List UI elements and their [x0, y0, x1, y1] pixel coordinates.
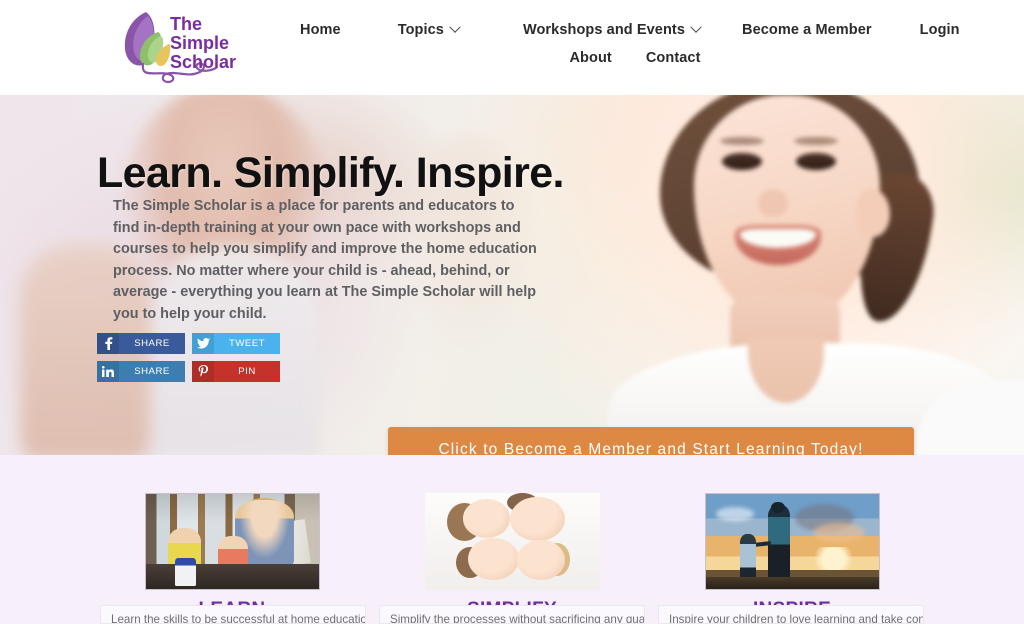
- hero-paragraph: The Simple Scholar is a place for parent…: [113, 198, 537, 322]
- feature-description-box-inspire: Inspire your children to love learning a…: [658, 605, 924, 624]
- nav-item-home[interactable]: Home: [300, 22, 341, 38]
- nav-row-secondary: About Contact: [300, 50, 960, 66]
- feature-image-inspire: [704, 493, 880, 590]
- nav-item-label: Login: [919, 22, 960, 38]
- features-section: LEARN SIMPLIFY: [0, 455, 1024, 624]
- pinterest-share-button[interactable]: PIN: [192, 361, 280, 382]
- nav-item-workshops-and-events[interactable]: Workshops and Events: [522, 21, 702, 38]
- chevron-down-icon: [690, 21, 702, 33]
- twitter-share-label: TWEET: [228, 338, 266, 349]
- linkedin-share-label: SHARE: [134, 366, 170, 377]
- facebook-share-button[interactable]: SHARE: [97, 333, 185, 354]
- nav-item-label: Workshops and Events: [522, 22, 686, 38]
- feature-image-simplify: [424, 493, 600, 590]
- hero-headline: Learn. Simplify. Inspire.: [97, 149, 564, 197]
- feature-description-inspire: Inspire your children to love learning a…: [669, 613, 924, 624]
- nav-item-about[interactable]: About: [569, 50, 611, 66]
- facebook-icon: [97, 333, 119, 354]
- logo-text-line3: Scholar: [170, 52, 236, 72]
- feature-description-simplify: Simplify the processes without sacrifici…: [390, 613, 645, 624]
- nav-row-primary: Home Topics Workshops and Events Become …: [300, 21, 960, 38]
- feature-description-learn: Learn the skills to be successful at hom…: [111, 613, 366, 624]
- linkedin-share-button[interactable]: SHARE: [97, 361, 185, 382]
- cta-label: Click to Become a Member and Start Learn…: [438, 440, 864, 456]
- feature-card-learn[interactable]: LEARN: [144, 493, 320, 621]
- become-member-cta-button[interactable]: Click to Become a Member and Start Learn…: [388, 427, 914, 455]
- nav-item-label: About: [569, 50, 612, 66]
- facebook-share-label: SHARE: [134, 338, 170, 349]
- nav-item-label: Topics: [397, 22, 444, 38]
- chevron-down-icon: [449, 21, 461, 33]
- pinterest-share-label: PIN: [238, 366, 256, 377]
- logo-text-line2: Simple: [170, 33, 229, 53]
- nav-item-topics[interactable]: Topics: [397, 21, 461, 38]
- logo-text-line1: The: [170, 14, 202, 34]
- twitter-share-button[interactable]: TWEET: [192, 333, 280, 354]
- hero-content: Learn. Simplify. Inspire. The Simple Sch…: [0, 95, 1024, 455]
- social-share-row: SHARE PIN: [97, 361, 287, 382]
- social-share-group: SHARE TWEET SHARE PIN: [97, 333, 287, 389]
- hero-section: Learn. Simplify. Inspire. The Simple Sch…: [0, 95, 1024, 455]
- nav-item-label: Become a Member: [742, 22, 872, 38]
- twitter-icon: [192, 333, 214, 354]
- logo-icon: The Simple Scholar: [124, 12, 236, 84]
- main-navigation: Home Topics Workshops and Events Become …: [300, 0, 960, 95]
- nav-item-become-a-member[interactable]: Become a Member: [742, 22, 872, 38]
- feature-description-box-simplify: Simplify the processes without sacrifici…: [379, 605, 645, 624]
- nav-item-login[interactable]: Login: [920, 22, 960, 38]
- nav-item-label: Home: [300, 22, 341, 38]
- nav-item-label: Contact: [645, 50, 701, 66]
- feature-image-learn: [144, 493, 320, 590]
- feature-card-simplify[interactable]: SIMPLIFY: [424, 493, 600, 621]
- pinterest-icon: [192, 361, 214, 382]
- feature-card-list: LEARN SIMPLIFY: [0, 493, 1024, 621]
- site-header: The Simple Scholar Home Topics Workshops…: [0, 0, 1024, 95]
- site-logo[interactable]: The Simple Scholar: [112, 6, 244, 88]
- social-share-row: SHARE TWEET: [97, 333, 287, 354]
- linkedin-icon: [97, 361, 119, 382]
- webpage: The Simple Scholar Home Topics Workshops…: [0, 0, 1024, 624]
- nav-item-contact[interactable]: Contact: [646, 50, 701, 66]
- feature-description-box-learn: Learn the skills to be successful at hom…: [100, 605, 366, 624]
- feature-card-inspire[interactable]: INSPIRE: [704, 493, 880, 621]
